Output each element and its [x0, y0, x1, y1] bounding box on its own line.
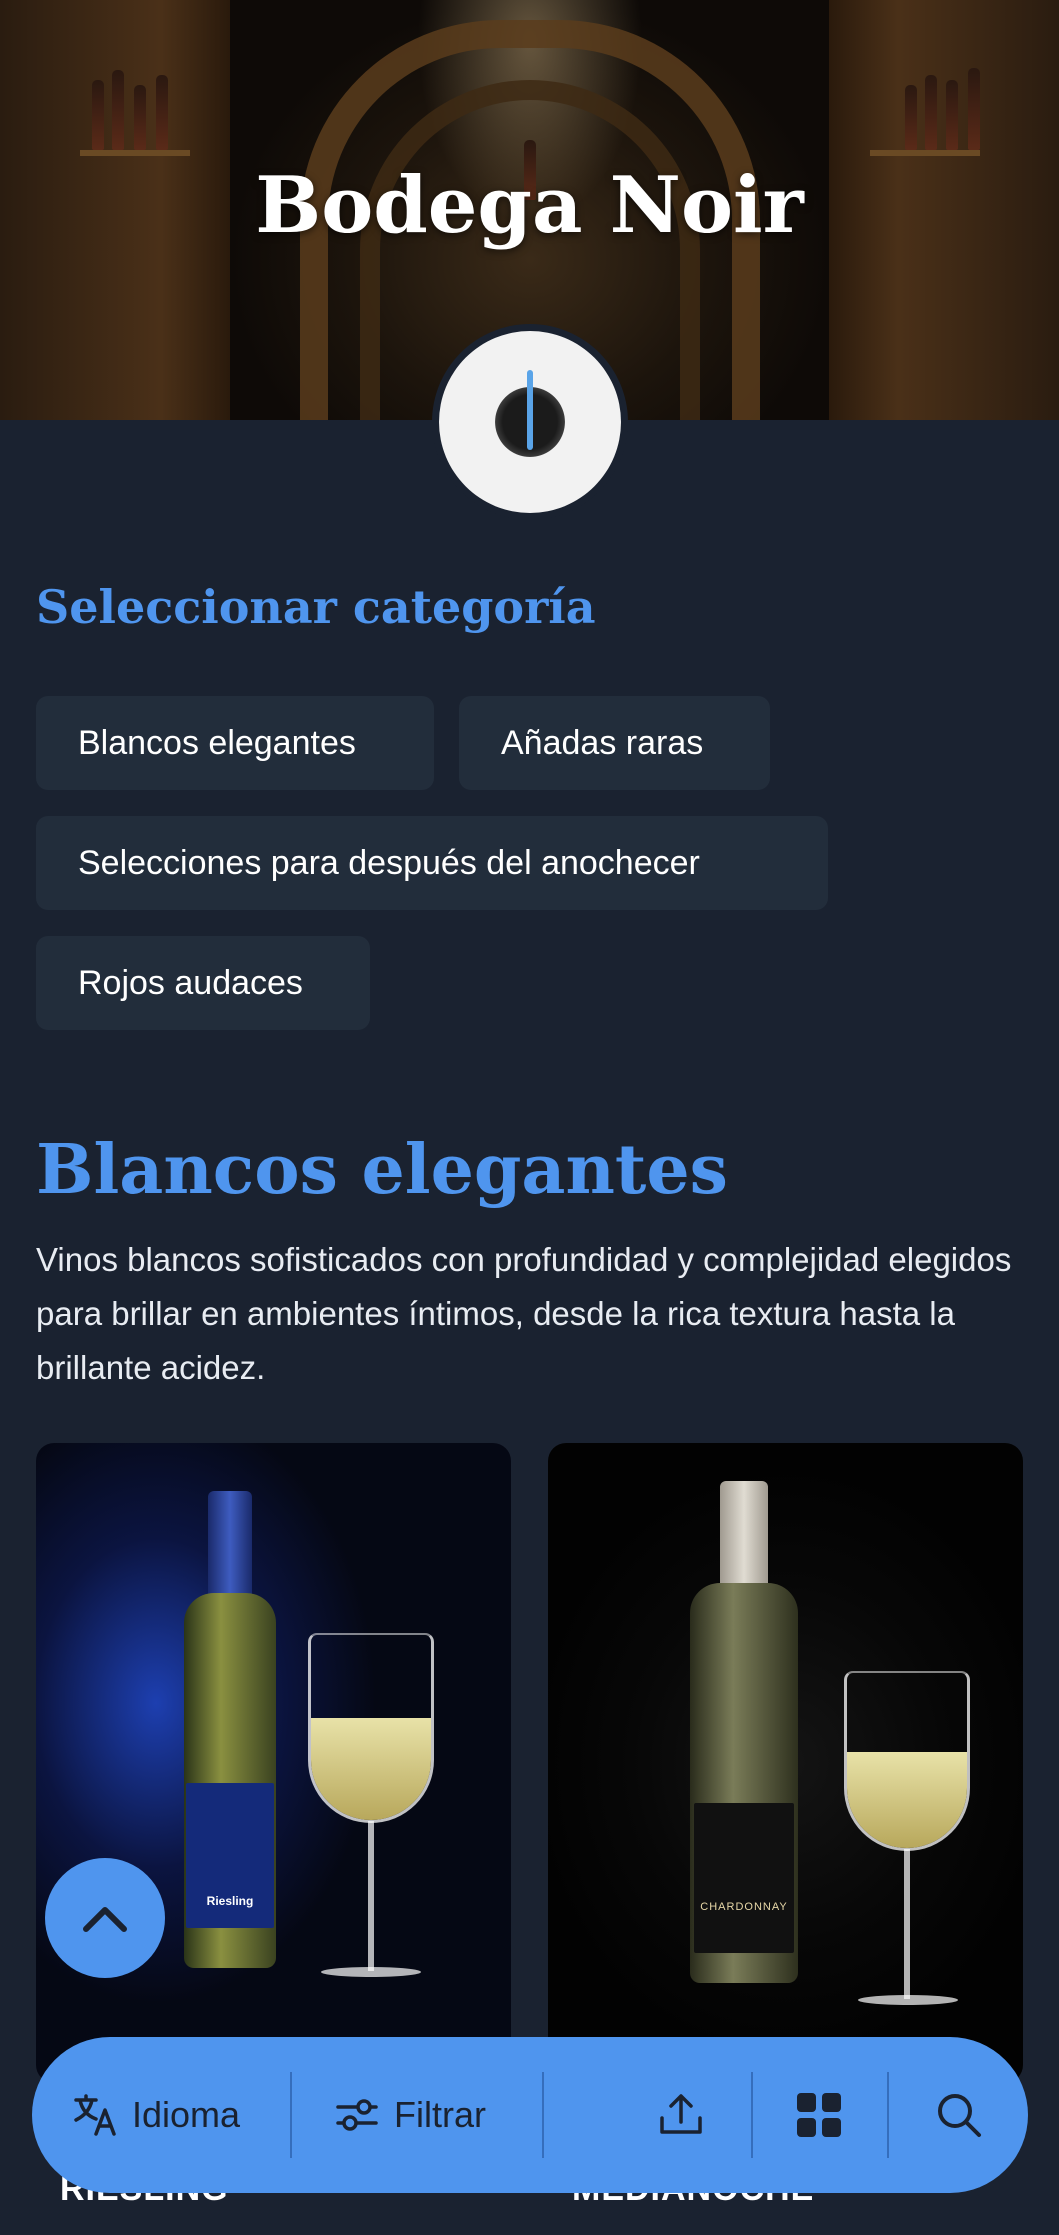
filter-button[interactable]: Filtrar: [334, 2037, 486, 2193]
category-description: Vinos blancos sofisticados con profundid…: [36, 1241, 1012, 1386]
category-chip-rojos-audaces[interactable]: Rojos audaces: [36, 936, 370, 1030]
search-button[interactable]: [934, 2037, 984, 2193]
chevron-up-icon: [83, 1907, 127, 1932]
toolbar-divider: [290, 2072, 292, 2158]
glass-foot: [858, 1995, 958, 2005]
cellar-bottle: [134, 85, 146, 150]
bottle-neck: [208, 1491, 252, 1601]
glass-stem: [368, 1821, 374, 1971]
cellar-bottle: [905, 85, 917, 150]
cellar-bottle: [925, 75, 937, 150]
category-selector-heading: Seleccionar categoría: [36, 580, 596, 634]
bottle-label-text: Riesling: [206, 1894, 254, 1908]
toolbar-divider: [751, 2072, 753, 2158]
cellar-bottle: [112, 70, 124, 150]
chip-label: Rojos audaces: [78, 963, 303, 1002]
product-card-riesling[interactable]: Riesling: [36, 1443, 511, 2083]
glass-foot: [321, 1967, 421, 1977]
wine-glass: [844, 1671, 970, 1851]
grid-icon: [797, 2093, 841, 2137]
shelf: [870, 150, 980, 156]
bottle-neck: [720, 1481, 768, 1591]
shelf: [80, 150, 190, 156]
translate-icon: [74, 2094, 116, 2136]
toolbar-divider: [542, 2072, 544, 2158]
category-chip-despues-anochecer[interactable]: Selecciones para después del anochecer: [36, 816, 828, 910]
search-icon: [938, 2094, 981, 2137]
chip-label: Selecciones para después del anochecer: [78, 843, 700, 882]
toolbar-divider: [887, 2072, 889, 2158]
bottom-toolbar: Idioma Filtrar: [32, 2037, 1028, 2193]
chip-label: Blancos elegantes: [78, 723, 356, 762]
glass-stem: [904, 1849, 910, 1999]
product-card-medianoche[interactable]: CHARDONNAY: [548, 1443, 1023, 2083]
bottle-label: Riesling: [186, 1783, 274, 1928]
scroll-to-top-button[interactable]: [45, 1858, 165, 1978]
cellar-bottle: [92, 80, 104, 150]
share-button[interactable]: [656, 2037, 706, 2193]
share-icon: [660, 2094, 702, 2134]
category-chip-anadas-raras[interactable]: Añadas raras: [459, 696, 770, 790]
bottle-label: CHARDONNAY: [694, 1803, 794, 1953]
filter-label: Filtrar: [394, 2094, 486, 2135]
site-title: Bodega Noir: [255, 160, 804, 251]
chip-label: Añadas raras: [501, 723, 704, 762]
filter-icon: [336, 2099, 378, 2131]
cellar-bottle: [968, 68, 980, 150]
key-icon: [527, 370, 533, 450]
cellar-bottle: [156, 75, 168, 150]
category-title: Blancos elegantes: [36, 1130, 728, 1210]
language-label: Idioma: [132, 2094, 241, 2135]
grid-view-button[interactable]: [794, 2037, 844, 2193]
cellar-bottle: [946, 80, 958, 150]
bottle-label-text: CHARDONNAY: [700, 1901, 788, 1913]
language-button[interactable]: Idioma: [72, 2037, 240, 2193]
wine-glass: [308, 1633, 434, 1823]
category-chip-blancos-elegantes[interactable]: Blancos elegantes: [36, 696, 434, 790]
